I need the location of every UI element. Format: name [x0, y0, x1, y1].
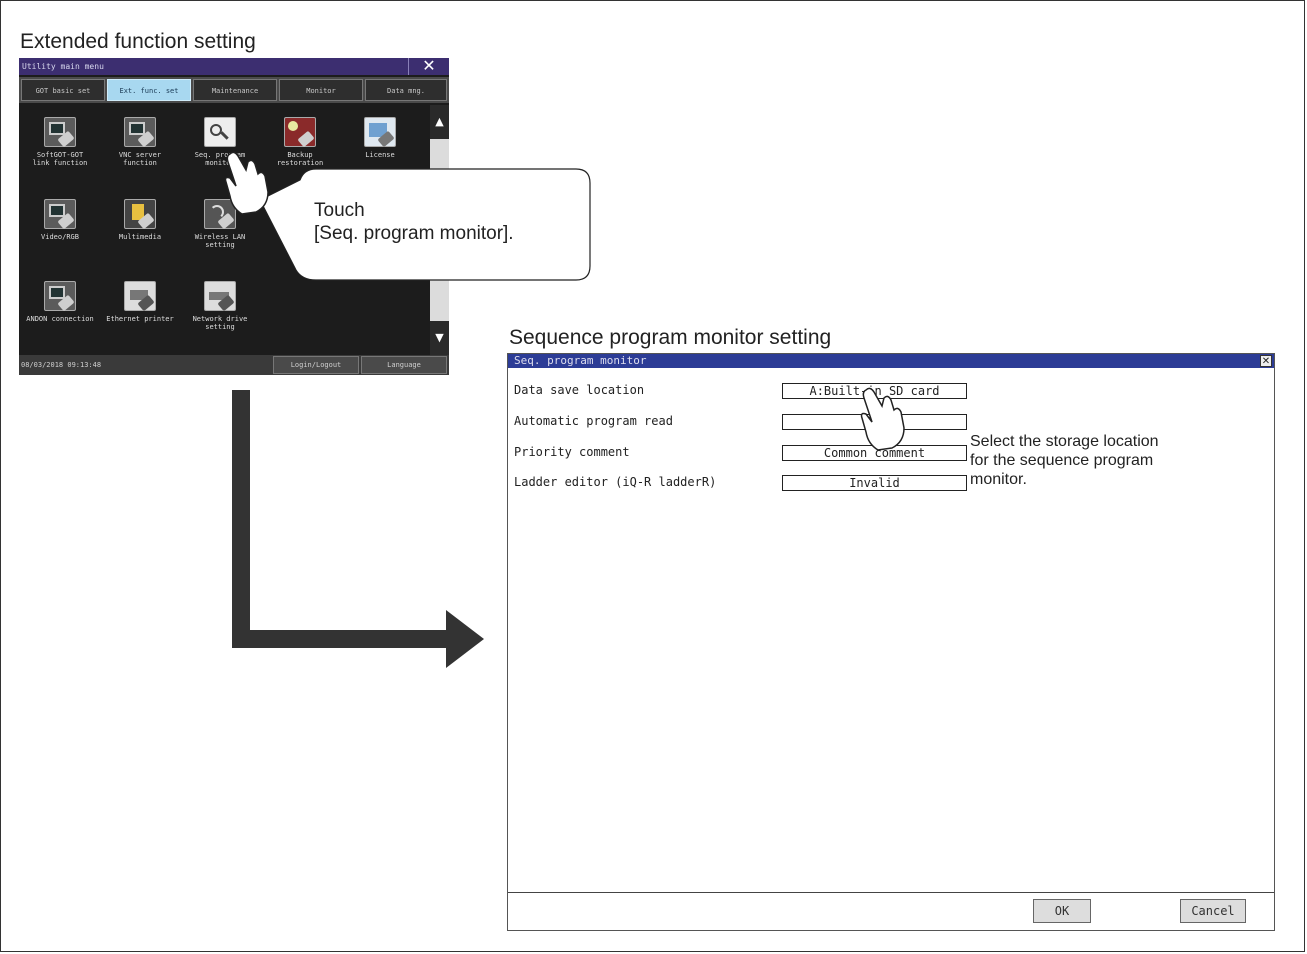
- automatic-program-read-label: Automatic program read: [514, 414, 673, 428]
- seq-window-title: Seq. program monitor: [514, 354, 647, 367]
- ladder-editor-label: Ladder editor (iQ-R ladderR): [514, 475, 717, 489]
- ok-button[interactable]: OK: [1033, 899, 1091, 923]
- touch-instruction-line1: Touch: [314, 200, 365, 221]
- hand-pointer-icon: [860, 387, 905, 451]
- hand-pointer-icon: [224, 151, 269, 215]
- seq-footer-divider: [508, 892, 1274, 893]
- ladder-editor-field[interactable]: Invalid: [782, 475, 967, 491]
- flow-arrow: [232, 390, 484, 668]
- storage-instruction-line2: for the sequence program: [970, 452, 1154, 469]
- close-icon[interactable]: ✕: [1260, 355, 1272, 367]
- priority-comment-label: Priority comment: [514, 445, 630, 459]
- touch-instruction: Touch [Seq. program monitor].: [314, 199, 514, 245]
- data-save-location-label: Data save location: [514, 383, 645, 397]
- touch-instruction-line2: [Seq. program monitor].: [314, 223, 514, 244]
- cancel-button[interactable]: Cancel: [1180, 899, 1246, 923]
- storage-instruction: Select the storage location for the sequ…: [970, 432, 1159, 489]
- storage-instruction-line1: Select the storage location: [970, 433, 1159, 450]
- storage-instruction-line3: monitor.: [970, 471, 1027, 488]
- seq-title-bar: Seq. program monitor: [508, 354, 1274, 368]
